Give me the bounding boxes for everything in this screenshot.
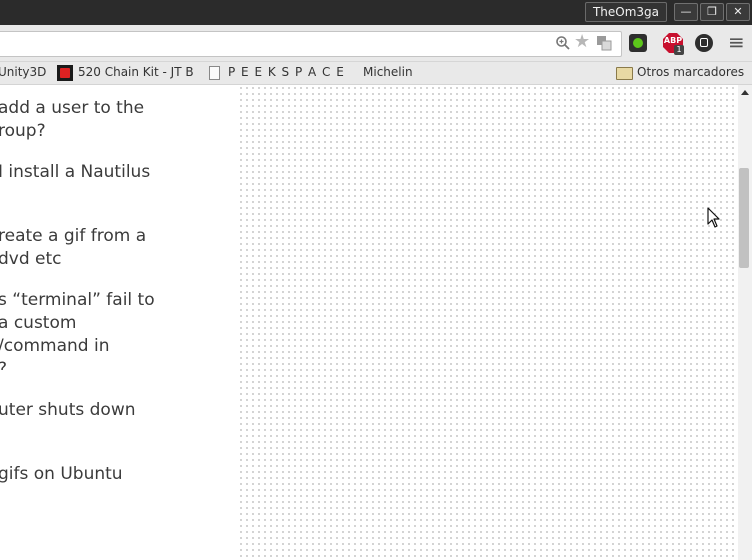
close-button[interactable]: ✕ [726, 3, 750, 21]
bookmark-chain-kit[interactable]: 520 Chain Kit - JT B [78, 62, 194, 84]
bookmark-peekspace[interactable]: P E E K S P A C E [228, 62, 345, 84]
star-icon[interactable]: ★ [574, 33, 590, 51]
bookmark-michelin[interactable]: Michelin [363, 62, 413, 84]
dark-extension-icon[interactable] [695, 34, 713, 52]
question-link[interactable]: uter shuts down [0, 399, 136, 422]
menu-icon[interactable]: ≡ [728, 31, 745, 53]
abp-count-badge: 1 [674, 45, 684, 55]
question-link[interactable]: s “terminal” fail to a custom /command i… [0, 289, 155, 370]
translate-icon[interactable] [596, 35, 612, 56]
zoom-icon[interactable] [555, 35, 571, 56]
mouse-cursor-icon [707, 207, 721, 233]
question-link[interactable]: add a user to the roup? [0, 97, 144, 143]
browser-toolbar: ★ ABP 1 ≡ [0, 25, 752, 62]
adblock-plus-icon[interactable]: ABP 1 [662, 32, 684, 55]
window-titlebar: TheOm3ga — ❐ ✕ [0, 0, 752, 25]
question-link[interactable]: reate a gif from a dvd etc [0, 225, 146, 271]
page-background-pattern [238, 85, 738, 560]
address-bar[interactable]: ★ [0, 31, 622, 57]
restore-button[interactable]: ❐ [700, 3, 724, 21]
scrollbar-thumb[interactable] [739, 168, 749, 268]
page-scrollbar[interactable] [738, 85, 752, 560]
abp-label: ABP [663, 36, 683, 45]
green-dot-extension-icon[interactable] [629, 34, 647, 52]
page-icon [209, 66, 220, 80]
scroll-up-arrow-icon[interactable] [741, 90, 749, 95]
question-link[interactable]: gifs on Ubuntu [0, 463, 123, 486]
profile-button[interactable]: TheOm3ga [585, 2, 667, 22]
jt-bookmark-icon [57, 65, 73, 81]
related-questions-list: add a user to the roup? I install a Naut… [0, 85, 238, 560]
other-bookmarks[interactable]: Otros marcadores [637, 62, 744, 84]
bookmarks-bar: Unity3D 520 Chain Kit - JT B P E E K S P… [0, 62, 752, 85]
bookmark-unity3d[interactable]: Unity3D [0, 62, 46, 84]
minimize-button[interactable]: — [674, 3, 698, 21]
question-link[interactable]: I install a Nautilus [0, 161, 150, 184]
folder-icon [616, 67, 633, 80]
